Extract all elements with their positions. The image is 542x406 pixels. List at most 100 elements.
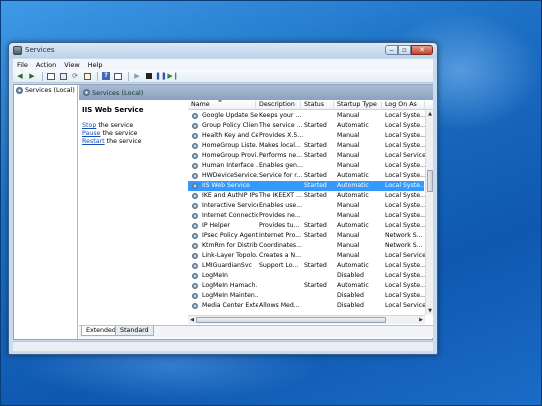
column-header-status[interactable]: Status (301, 101, 334, 110)
cell-startup-type: Manual (337, 242, 360, 249)
maximize-button[interactable]: ▫ (398, 45, 411, 55)
vertical-scrollbar[interactable]: ▲ ▼ (425, 110, 433, 315)
scroll-left-icon[interactable]: ◀ (188, 316, 196, 325)
export-list-icon[interactable] (82, 71, 92, 81)
table-row[interactable]: HWDeviceService... Service for r... Starte… (188, 171, 425, 181)
cell-log-on-as: Local Syste... (385, 122, 425, 129)
pause-service-icon[interactable]: ❚❚ (155, 71, 167, 81)
forward-icon[interactable]: ▶ (27, 71, 37, 81)
column-header-log-on-as[interactable]: Log On As (382, 101, 425, 110)
table-row[interactable]: IPsec Policy Agent Internet Pro... Started… (188, 231, 424, 241)
status-bar (13, 341, 433, 351)
tree-item-services-local[interactable]: Services (Local) (16, 87, 75, 94)
column-header-row: ▲ Name Description Status Startup Type L… (188, 100, 433, 110)
refresh-icon[interactable]: ⟳ (70, 71, 80, 81)
cell-status: Started (304, 122, 327, 129)
column-header-name[interactable]: Name (188, 101, 256, 110)
start-service-icon[interactable]: ▶ (132, 71, 142, 81)
cell-log-on-as: Local Syste... (385, 222, 425, 229)
stop-service-icon[interactable] (144, 71, 154, 81)
scroll-down-icon[interactable]: ▼ (426, 307, 433, 315)
column-header-description[interactable]: Description (256, 101, 301, 110)
cell-description: Coordinates... (259, 242, 303, 249)
table-row[interactable]: LogMeIn Mainten... Disabled Local Syste... (188, 291, 425, 301)
table-row[interactable]: LogMeIn Disabled Local Syste... (188, 271, 425, 281)
help-icon[interactable]: ? (101, 71, 111, 81)
service-gear-icon (192, 283, 198, 289)
restart-link[interactable]: Restart (82, 138, 105, 145)
table-row[interactable]: HomeGroup Provi... Performs ne... Started M… (188, 151, 425, 161)
services-window: Services ‒ ▫ ✕ File Action View Help ◀ ▶… (8, 42, 438, 355)
service-gear-icon (192, 113, 198, 119)
stop-link[interactable]: Stop (82, 122, 96, 129)
horizontal-scrollbar[interactable]: ◀ ▶ (188, 315, 425, 324)
cell-startup-type: Automatic (337, 172, 369, 179)
table-row-selected[interactable]: IIS Web Service Started Automatic Local Sys… (188, 181, 425, 191)
vertical-scroll-thumb[interactable] (427, 170, 433, 192)
close-button[interactable]: ✕ (411, 45, 433, 55)
service-gear-icon (192, 173, 198, 179)
table-row[interactable]: HomeGroup Liste... Makes local... Started M… (188, 141, 425, 151)
cell-description: Enables gen... (259, 162, 303, 169)
cell-startup-type: Manual (337, 252, 360, 259)
tree-item-label: Services (Local) (25, 87, 75, 94)
cell-name: IIS Web Service (202, 182, 250, 189)
column-header-startup-type[interactable]: Startup Type (334, 101, 382, 110)
cell-startup-type: Disabled (337, 292, 364, 299)
scroll-right-icon[interactable]: ▶ (417, 316, 425, 325)
properties-icon[interactable] (58, 71, 68, 81)
cell-startup-type: Manual (337, 142, 360, 149)
pane-header-label: Services (Local) (92, 88, 144, 97)
service-gear-icon (192, 213, 198, 219)
table-row[interactable]: Health Key and Ce...Provides X.5... Manua… (188, 131, 425, 141)
service-gear-icon (192, 223, 198, 229)
table-row[interactable]: Group Policy Client The service ... Starte… (188, 121, 425, 131)
table-row[interactable]: KtmRm for Distrib... Coordinates... Manual… (188, 241, 424, 251)
window-title: Services (25, 46, 55, 54)
table-row[interactable]: IP Helper Provides tu... Started Automatic L… (188, 221, 425, 231)
action-pause: Pause the service (82, 130, 185, 138)
service-gear-icon (192, 193, 198, 199)
tab-standard[interactable]: Standard (115, 326, 154, 336)
table-row[interactable]: IKE and AuthIP IPs... The IKEEXT ... Start… (188, 191, 425, 201)
service-gear-icon (192, 153, 198, 159)
cell-log-on-as: Local Syste... (385, 292, 425, 299)
menu-view[interactable]: View (60, 61, 83, 69)
cell-status: Started (304, 192, 327, 199)
cell-name: Link-Layer Topolo... (202, 252, 258, 259)
table-row[interactable]: Interactive Service...Enables use... Manu… (188, 201, 425, 211)
cell-log-on-as: Local Syste... (385, 132, 425, 139)
scroll-up-icon[interactable]: ▲ (426, 110, 433, 118)
cell-description: Creates a N... (259, 252, 302, 259)
menu-action[interactable]: Action (32, 61, 60, 69)
horizontal-scroll-thumb[interactable] (196, 317, 386, 323)
cell-log-on-as: Local Service (385, 252, 425, 259)
cell-status: Started (304, 182, 327, 189)
restart-service-icon[interactable]: ▶❙ (167, 71, 178, 81)
back-icon[interactable]: ◀ (15, 71, 25, 81)
table-row[interactable]: Internet Connectio...Provides ne... Manua… (188, 211, 425, 221)
table-row[interactable]: Media Center Exte...Allows Med... Disable… (188, 301, 425, 311)
table-row[interactable]: Link-Layer Topolo... Creates a N... Manual… (188, 251, 425, 261)
services-pane: Services (Local) IIS Web Service Stop th… (79, 85, 433, 339)
cell-description: Provides ne... (259, 212, 301, 219)
table-row[interactable]: LMIGuardianSvc Support Lo... Started Automa… (188, 261, 425, 271)
menu-help[interactable]: Help (84, 61, 107, 69)
pause-link[interactable]: Pause (82, 130, 101, 137)
table-row[interactable]: Human Interface ... Enables gen... Manual L… (188, 161, 425, 171)
cell-status: Started (304, 172, 327, 179)
title-bar[interactable]: Services ‒ ▫ ✕ (9, 43, 437, 58)
show-hide-pane-icon[interactable] (113, 71, 123, 81)
cell-log-on-as: Local Service (385, 152, 425, 159)
cell-name: Google Update Se... (202, 112, 258, 119)
cell-status: Started (304, 262, 327, 269)
console-tree-icon[interactable] (46, 71, 56, 81)
minimize-button[interactable]: ‒ (385, 45, 398, 55)
table-row[interactable]: LogMeIn Hamach... Started Automatic Local S… (188, 281, 425, 291)
service-gear-icon (192, 143, 198, 149)
cell-startup-type: Automatic (337, 122, 369, 129)
cell-name: Group Policy Client (202, 122, 258, 129)
table-row[interactable]: Google Update Se... Keeps your ... Manual L… (188, 111, 425, 121)
action-stop: Stop the service (82, 122, 185, 130)
menu-file[interactable]: File (13, 61, 32, 69)
